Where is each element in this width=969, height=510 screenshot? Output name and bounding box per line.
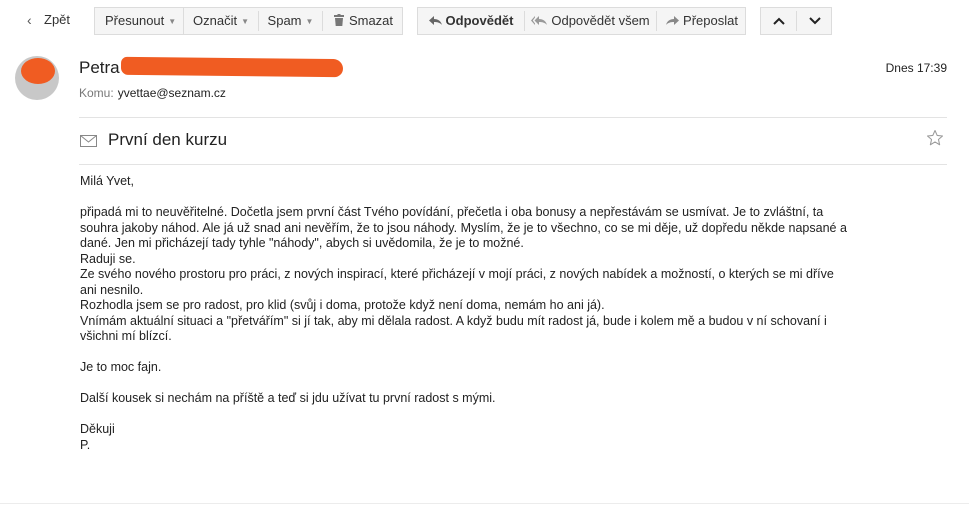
next-message-button[interactable]: [797, 8, 833, 34]
chevron-up-icon: [772, 17, 785, 25]
body-line: všichni mí blízcí.: [80, 329, 172, 343]
body-line: souhra jakoby náhod. Ale já už snad ani …: [80, 220, 847, 235]
star-icon[interactable]: [926, 129, 944, 147]
message-date: Dnes 17:39: [885, 61, 947, 75]
chevron-left-icon: ‹: [27, 12, 32, 28]
body-line: Raduji se.: [80, 251, 136, 266]
back-button[interactable]: ‹ Zpět: [15, 7, 80, 35]
chevron-down-icon: ▼: [305, 17, 314, 26]
reply-label: Odpovědět: [445, 13, 514, 28]
avatar: [15, 56, 59, 100]
reply-group: Odpovědět Odpovědět všem Přeposlat: [417, 7, 746, 35]
body-line: dané. Jen mi přicházejí tady tyhle "náho…: [80, 236, 524, 250]
move-dropdown[interactable]: Přesunout ▼: [94, 7, 184, 35]
body-line: Ze svého nového prostoru pro práci, z no…: [80, 267, 834, 281]
forward-arrow-icon: [666, 16, 680, 25]
divider: [0, 503, 969, 504]
move-label: Přesunout: [105, 13, 165, 28]
reply-all-arrow-icon: [531, 16, 548, 25]
body-line: Rozhodla jsem se pro radost, pro klid (s…: [80, 298, 605, 312]
sender-name[interactable]: Petra: [79, 58, 120, 78]
forward-button[interactable]: Přeposlat: [657, 8, 747, 34]
trash-icon: [333, 14, 344, 26]
recipient-label: Komu:: [79, 86, 114, 100]
reply-all-label: Odpovědět všem: [551, 13, 650, 28]
delete-label: Smazat: [348, 13, 394, 28]
body-line: Vnímám aktuální situaci a "přetvářím" si…: [80, 313, 827, 328]
body-signature: P.: [80, 437, 91, 452]
body-closing: Děkuji: [80, 422, 115, 436]
mark-label: Označit: [193, 13, 238, 28]
reply-all-button[interactable]: Odpovědět všem: [525, 8, 656, 34]
spam-dropdown[interactable]: Spam ▼: [259, 8, 322, 34]
redaction-mark: [120, 56, 344, 78]
avatar-redaction: [21, 58, 55, 84]
body-line: ani nesnilo.: [80, 282, 144, 297]
chevron-down-icon: ▼: [168, 17, 177, 26]
body-line: připadá mi to neuvěřitelné. Dočetla jsem…: [80, 205, 824, 219]
reply-button[interactable]: Odpovědět: [418, 8, 524, 34]
mark-dropdown[interactable]: Označit ▼: [184, 8, 258, 34]
spam-label: Spam: [267, 13, 302, 28]
action-group: Označit ▼ Spam ▼ Smazat: [183, 7, 403, 35]
nav-group: [760, 7, 832, 35]
body-line: Další kousek si nechám na příště a teď s…: [80, 391, 496, 405]
message-body: Milá Yvet, připadá mi to neuvěřitelné. D…: [80, 174, 960, 453]
previous-message-button[interactable]: [761, 8, 796, 34]
envelope-icon: [80, 135, 97, 147]
message-subject: První den kurzu: [108, 130, 228, 149]
body-line: Je to moc fajn.: [80, 360, 162, 374]
back-label: Zpět: [44, 12, 71, 27]
chevron-down-icon: ▼: [241, 17, 249, 26]
reply-arrow-icon: [428, 16, 442, 25]
chevron-down-icon: [809, 17, 821, 25]
divider: [79, 164, 947, 165]
forward-label: Přeposlat: [683, 13, 738, 28]
recipient-row: Komu: yvettae@seznam.cz: [79, 86, 226, 100]
recipient-address[interactable]: yvettae@seznam.cz: [118, 86, 226, 100]
body-greeting: Milá Yvet,: [80, 174, 134, 188]
divider: [79, 117, 947, 118]
delete-button[interactable]: Smazat: [323, 8, 404, 34]
